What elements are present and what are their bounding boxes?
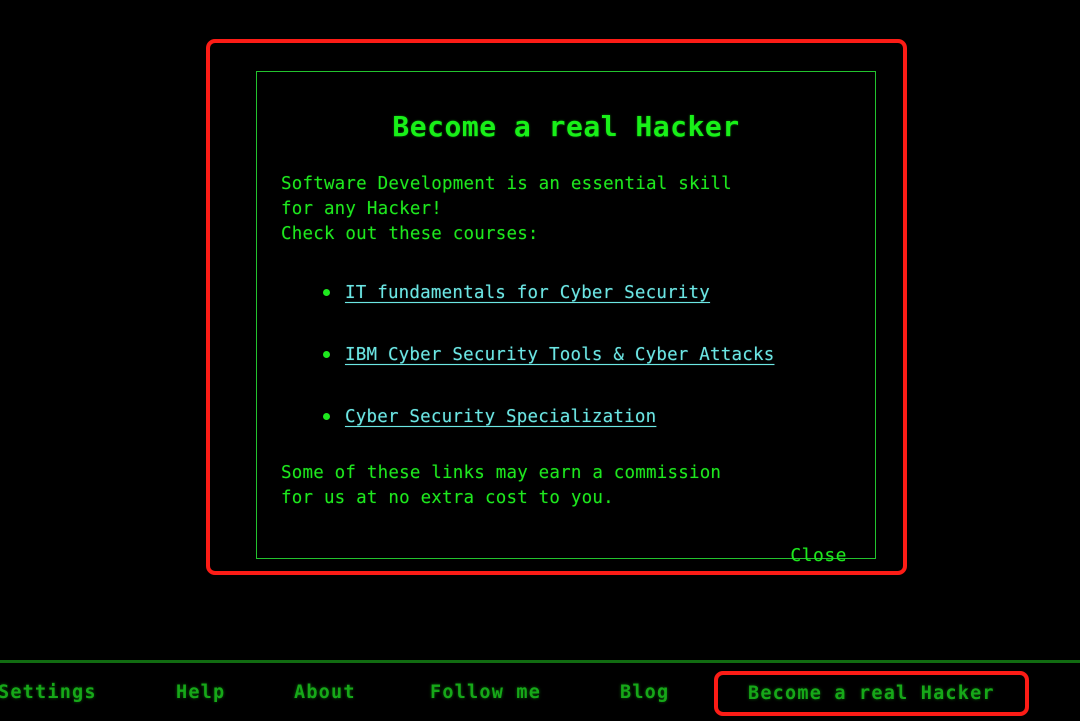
course-link-list: IT fundamentals for Cyber Security IBM C… bbox=[279, 271, 853, 439]
nav-item-settings[interactable]: Settings bbox=[0, 663, 97, 721]
nav-list: Settings Help About Follow me Blog Becom… bbox=[0, 663, 1080, 721]
nav-item-help[interactable]: Help bbox=[176, 663, 225, 721]
bottom-navigation-bar: Settings Help About Follow me Blog Becom… bbox=[0, 660, 1080, 721]
bullet-dot-icon bbox=[323, 288, 330, 296]
bullet-dot-icon bbox=[323, 350, 330, 358]
list-item: IBM Cyber Security Tools & Cyber Attacks bbox=[279, 333, 853, 377]
nav-item-become-a-real-hacker[interactable]: Become a real Hacker bbox=[714, 671, 1029, 716]
modal-footer: Close bbox=[279, 545, 853, 566]
modal-title: Become a real Hacker bbox=[392, 110, 740, 143]
nav-item-follow-me[interactable]: Follow me bbox=[430, 663, 541, 721]
hacker-modal-dialog: Become a real Hacker Software Developmen… bbox=[206, 39, 907, 575]
close-button[interactable]: Close bbox=[790, 545, 847, 566]
course-link-ibm-cyber-security-tools[interactable]: IBM Cyber Security Tools & Cyber Attacks bbox=[345, 345, 774, 365]
modal-overlay: Become a real Hacker Software Developmen… bbox=[0, 0, 1080, 650]
nav-item-about[interactable]: About bbox=[294, 663, 356, 721]
modal-intro-text: Software Development is an essential ski… bbox=[281, 173, 732, 244]
nav-item-blog[interactable]: Blog bbox=[620, 663, 669, 721]
list-item: IT fundamentals for Cyber Security bbox=[279, 271, 853, 315]
list-item: Cyber Security Specialization bbox=[279, 395, 853, 439]
bullet-dot-icon bbox=[323, 412, 330, 420]
affiliate-disclaimer-text: Some of these links may earn a commissio… bbox=[281, 462, 722, 508]
course-link-it-fundamentals[interactable]: IT fundamentals for Cyber Security bbox=[345, 283, 710, 303]
modal-content-frame: Become a real Hacker Software Developmen… bbox=[256, 71, 876, 566]
course-link-cyber-security-specialization[interactable]: Cyber Security Specialization bbox=[345, 407, 656, 427]
